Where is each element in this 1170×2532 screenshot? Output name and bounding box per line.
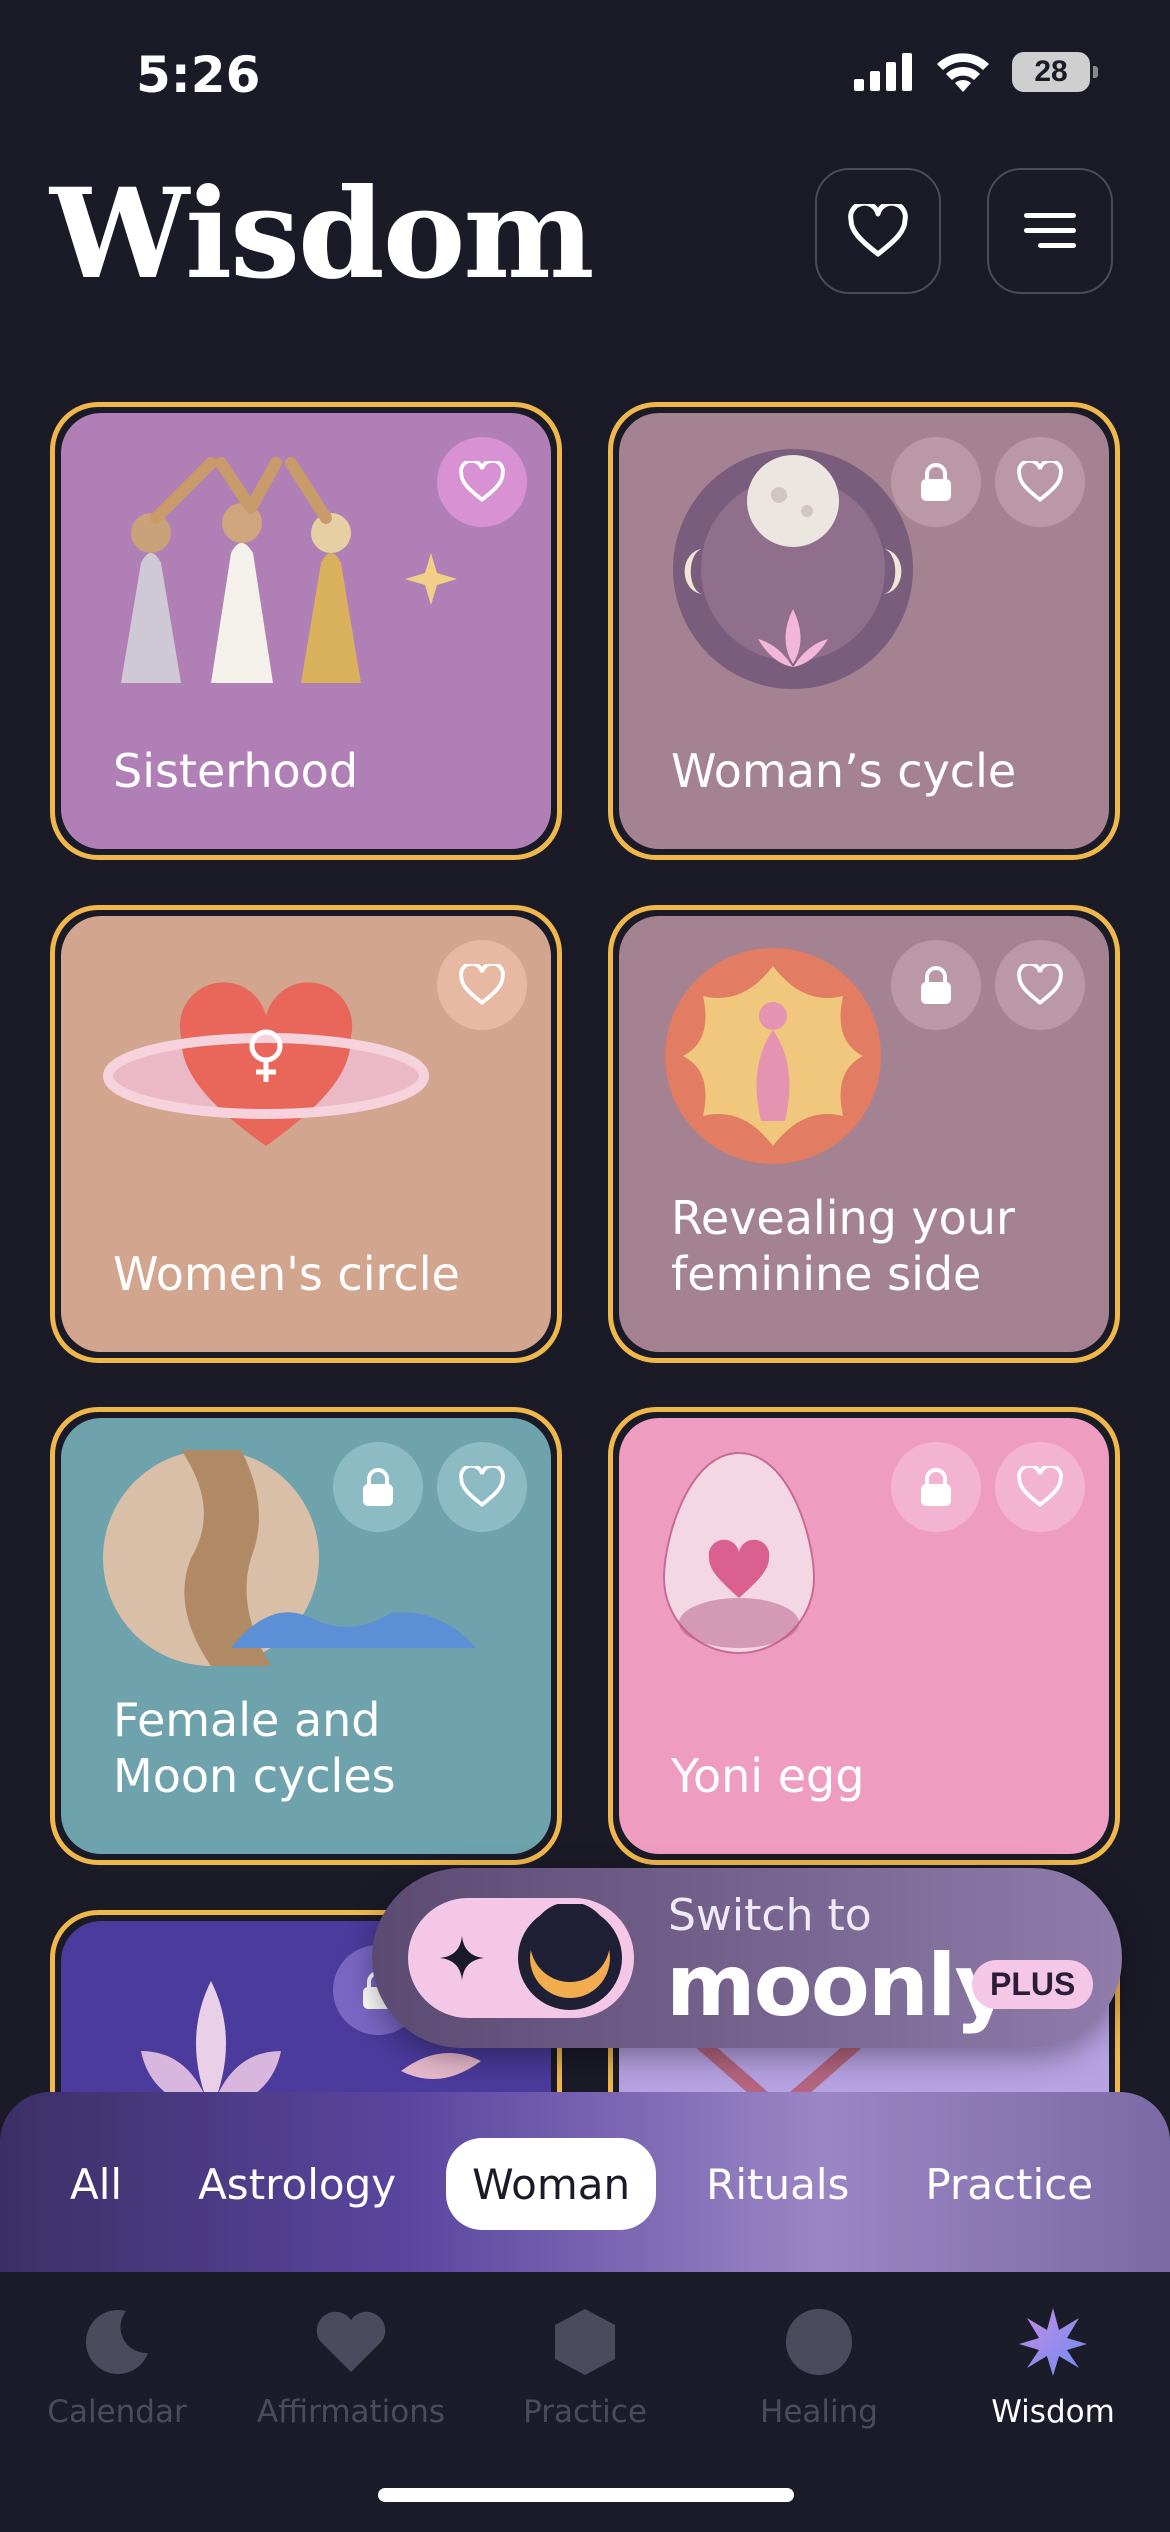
card-title: Female and Moon cycles <box>113 1693 396 1803</box>
lock-button[interactable] <box>891 1442 981 1532</box>
body-wave-illustration <box>103 1450 476 1666</box>
category-chip-practice[interactable]: Practice <box>899 2138 1119 2230</box>
lock-icon <box>921 966 951 1004</box>
goddess-flower-illustration <box>665 948 881 1164</box>
hamburger-menu-icon <box>1024 213 1076 248</box>
nav-label: Affirmations <box>256 2394 446 2430</box>
hexagon-icon <box>555 2309 615 2375</box>
switch-to-plus-banner[interactable]: Switch to moonly PLUS <box>372 1868 1122 2048</box>
battery-indicator: 28 <box>1012 52 1098 92</box>
nav-practice[interactable]: Practice <box>468 2302 702 2430</box>
egg-heart-illustration <box>662 1451 816 1654</box>
wifi-icon <box>937 53 989 92</box>
signal-icon <box>854 53 912 91</box>
heart-icon <box>316 2311 386 2372</box>
category-chip-astrology[interactable]: Astrology <box>172 2138 422 2230</box>
page-title: Wisdom <box>50 162 595 307</box>
sisterhood-illustration <box>121 457 457 683</box>
nav-label: Calendar <box>47 2394 187 2430</box>
heart-outline-icon <box>848 204 908 257</box>
heart-outline-icon <box>1017 461 1063 503</box>
favorite-button[interactable] <box>995 940 1085 1030</box>
nav-label: Practice <box>523 2394 647 2430</box>
status-time: 5:26 <box>136 46 261 104</box>
favorite-button[interactable] <box>995 437 1085 527</box>
category-chip-all[interactable]: All <box>44 2138 148 2230</box>
nav-calendar[interactable]: Calendar <box>0 2302 234 2430</box>
plus-badge: PLUS <box>972 1960 1094 2009</box>
card-womans-cycle[interactable]: Woman’s cycle <box>608 402 1120 860</box>
favorites-button[interactable] <box>815 168 941 294</box>
moon-logo-icon <box>518 1904 622 2010</box>
category-chip-more[interactable]: Ho <box>1143 2138 1170 2230</box>
nav-healing[interactable]: Healing <box>702 2302 936 2430</box>
lock-icon <box>363 1468 393 1506</box>
card-revealing-feminine-side[interactable]: Revealing your feminine side <box>608 905 1120 1363</box>
card-title: Women's circle <box>113 1247 460 1301</box>
favorite-button[interactable] <box>437 940 527 1030</box>
card-female-moon-cycles[interactable]: Female and Moon cycles <box>50 1407 562 1865</box>
card-title: Yoni egg <box>671 1749 865 1803</box>
status-bar: 5:26 28 <box>0 0 1170 150</box>
promo-brand: moonly <box>666 1936 1011 2036</box>
nav-affirmations[interactable]: Affirmations <box>234 2302 468 2430</box>
heart-outline-icon <box>459 461 505 503</box>
lock-icon <box>921 1468 951 1506</box>
status-icons: 28 <box>854 52 1098 92</box>
circle-icon <box>786 2309 852 2375</box>
card-yoni-egg[interactable]: Yoni egg <box>608 1407 1120 1865</box>
favorite-button[interactable] <box>437 437 527 527</box>
promo-pill <box>408 1898 634 2018</box>
heart-outline-icon <box>1017 964 1063 1006</box>
heart-outline-icon <box>459 964 505 1006</box>
card-title: Sisterhood <box>113 744 359 798</box>
category-chip-rituals[interactable]: Rituals <box>680 2138 875 2230</box>
heart-planet-illustration <box>103 982 429 1146</box>
card-womens-circle[interactable]: Women's circle <box>50 905 562 1363</box>
card-title: Woman’s cycle <box>671 744 1017 798</box>
card-sisterhood[interactable]: Sisterhood <box>50 402 562 860</box>
home-indicator <box>378 2488 794 2502</box>
nav-wisdom[interactable]: Wisdom <box>936 2302 1170 2430</box>
category-chip-woman[interactable]: Woman <box>446 2138 657 2230</box>
card-title: Revealing your feminine side <box>671 1191 1015 1301</box>
lock-button[interactable] <box>891 940 981 1030</box>
sparkle-icon <box>440 1936 484 1980</box>
menu-button[interactable] <box>987 168 1113 294</box>
promo-switch-text: Switch to <box>668 1890 872 1941</box>
moon-icon <box>85 2309 148 2374</box>
moon-cycle-illustration <box>673 449 913 689</box>
star-icon <box>1019 2308 1087 2376</box>
nav-label: Wisdom <box>991 2394 1115 2430</box>
heart-outline-icon <box>459 1466 505 1508</box>
lock-button[interactable] <box>891 437 981 527</box>
lock-icon <box>921 463 951 501</box>
heart-outline-icon <box>1017 1466 1063 1508</box>
category-chips: All Astrology Woman Rituals Practice Ho <box>44 2138 1170 2230</box>
favorite-button[interactable] <box>437 1442 527 1532</box>
nav-label: Healing <box>760 2394 878 2430</box>
category-filter-bar: All Astrology Woman Rituals Practice Ho <box>0 2092 1170 2272</box>
lock-button[interactable] <box>333 1442 423 1532</box>
favorite-button[interactable] <box>995 1442 1085 1532</box>
